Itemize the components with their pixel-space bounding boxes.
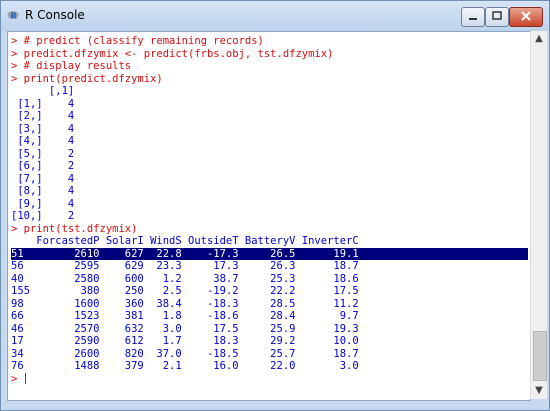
console-line-text: 46 2570 632 3.0 17.5 25.9 19.3 xyxy=(11,322,359,335)
vertical-scrollbar[interactable]: ▲ ▼ xyxy=(530,31,547,399)
console-line: > predict.dfzymix <- predict(frbs.obj, t… xyxy=(11,48,528,61)
maximize-icon xyxy=(492,11,502,20)
r-console-window: R R Console > # predict (classify remain… xyxy=(0,0,550,411)
title-bar[interactable]: R R Console xyxy=(1,1,549,31)
console-line-text: > predict.dfzymix <- predict(frbs.obj, t… xyxy=(11,47,334,60)
console-line: [9,] 4 xyxy=(11,198,528,211)
console-line: [7,] 4 xyxy=(11,173,528,186)
console-line: 40 2580 600 1.2 38.7 25.3 18.6 xyxy=(11,273,528,286)
console-line: 17 2590 612 1.7 18.3 29.2 10.0 xyxy=(11,335,528,348)
console-line: 66 1523 381 1.8 -18.6 28.4 9.7 xyxy=(11,310,528,323)
console-line: 98 1600 360 38.4 -18.3 28.5 11.2 xyxy=(11,298,528,311)
console-line: > print(predict.dfzymix) xyxy=(11,73,528,86)
console-line: [3,] 4 xyxy=(11,123,528,136)
console-line: 51 2610 627 22.8 -17.3 26.5 19.1 xyxy=(11,247,528,260)
console-line: [10,] 2 xyxy=(11,210,528,223)
console-line-text: [7,] 4 xyxy=(11,172,75,185)
console-line-text: [2,] 4 xyxy=(11,110,75,122)
console-line-text: [9,] 4 xyxy=(11,197,75,210)
console-line-text: ForcastedP SolarI WindS OutsideT Battery… xyxy=(11,235,359,247)
text-cursor xyxy=(24,373,26,384)
console-line: [5,] 2 xyxy=(11,148,528,161)
console-line: [2,] 4 xyxy=(11,110,528,123)
console-lines: > # predict (classify remaining records)… xyxy=(11,35,528,385)
scroll-thumb[interactable] xyxy=(533,331,547,381)
console-line-text: [1,] 4 xyxy=(11,97,75,110)
console-line-text: [10,] 2 xyxy=(11,210,75,222)
console-line: [8,] 4 xyxy=(11,185,528,198)
minimize-button[interactable] xyxy=(461,7,485,27)
input-prompt[interactable]: > xyxy=(11,373,528,386)
console-line-text: 51 2610 627 22.8 -17.3 26.5 19.1 xyxy=(11,247,359,260)
console-line: > # predict (classify remaining records) xyxy=(11,35,528,48)
scroll-down-icon[interactable]: ▼ xyxy=(531,383,547,399)
console-line-text: > # display results xyxy=(11,60,132,72)
window-title: R Console xyxy=(25,8,85,22)
console-line-text: 76 1488 379 2.1 16.0 22.0 3.0 xyxy=(11,360,359,372)
console-line: > # display results xyxy=(11,60,528,73)
console-line: 34 2600 820 37.0 -18.5 25.7 18.7 xyxy=(11,348,528,361)
console-line-text: [,1] xyxy=(11,85,75,97)
console-line-text: 98 1600 360 38.4 -18.3 28.5 11.2 xyxy=(11,297,359,310)
console-line-text: > print(tst.dfzymix) xyxy=(11,222,138,235)
console-line: > print(tst.dfzymix) xyxy=(11,223,528,236)
console-line: ForcastedP SolarI WindS OutsideT Battery… xyxy=(11,235,528,248)
close-icon xyxy=(521,11,531,21)
console-output[interactable]: > # predict (classify remaining records)… xyxy=(7,31,531,401)
console-line-text: > # predict (classify remaining records) xyxy=(11,35,264,47)
console-line: [4,] 4 xyxy=(11,135,528,148)
console-line: 76 1488 379 2.1 16.0 22.0 3.0 xyxy=(11,360,528,373)
console-line-text: > xyxy=(11,372,24,385)
console-line-text: 17 2590 612 1.7 18.3 29.2 10.0 xyxy=(11,335,359,347)
console-line-text: [6,] 2 xyxy=(11,160,75,172)
console-line-text: [3,] 4 xyxy=(11,122,75,135)
minimize-icon xyxy=(469,18,477,20)
scroll-up-icon[interactable]: ▲ xyxy=(531,31,547,47)
console-line-text: 34 2600 820 37.0 -18.5 25.7 18.7 xyxy=(11,347,359,360)
console-line-text: 155 380 250 2.5 -19.2 22.2 17.5 xyxy=(11,285,359,297)
r-logo-icon: R xyxy=(7,11,19,21)
close-button[interactable] xyxy=(509,7,543,27)
console-line: [,1] xyxy=(11,85,528,98)
console-line: 46 2570 632 3.0 17.5 25.9 19.3 xyxy=(11,323,528,336)
console-line-text: 56 2595 629 23.3 17.3 26.3 18.7 xyxy=(11,260,359,272)
console-line-text: 40 2580 600 1.2 38.7 25.3 18.6 xyxy=(11,272,359,285)
console-line-text: [4,] 4 xyxy=(11,135,75,147)
console-line-text: 66 1523 381 1.8 -18.6 28.4 9.7 xyxy=(11,310,359,322)
console-line: 56 2595 629 23.3 17.3 26.3 18.7 xyxy=(11,260,528,273)
console-line: 155 380 250 2.5 -19.2 22.2 17.5 xyxy=(11,285,528,298)
console-line: [6,] 2 xyxy=(11,160,528,173)
svg-text:R: R xyxy=(11,12,17,21)
console-line: [1,] 4 xyxy=(11,98,528,111)
console-line-text: [8,] 4 xyxy=(11,185,75,197)
console-line-text: > print(predict.dfzymix) xyxy=(11,72,163,85)
console-line-text: [5,] 2 xyxy=(11,147,75,160)
maximize-button[interactable] xyxy=(485,7,509,27)
